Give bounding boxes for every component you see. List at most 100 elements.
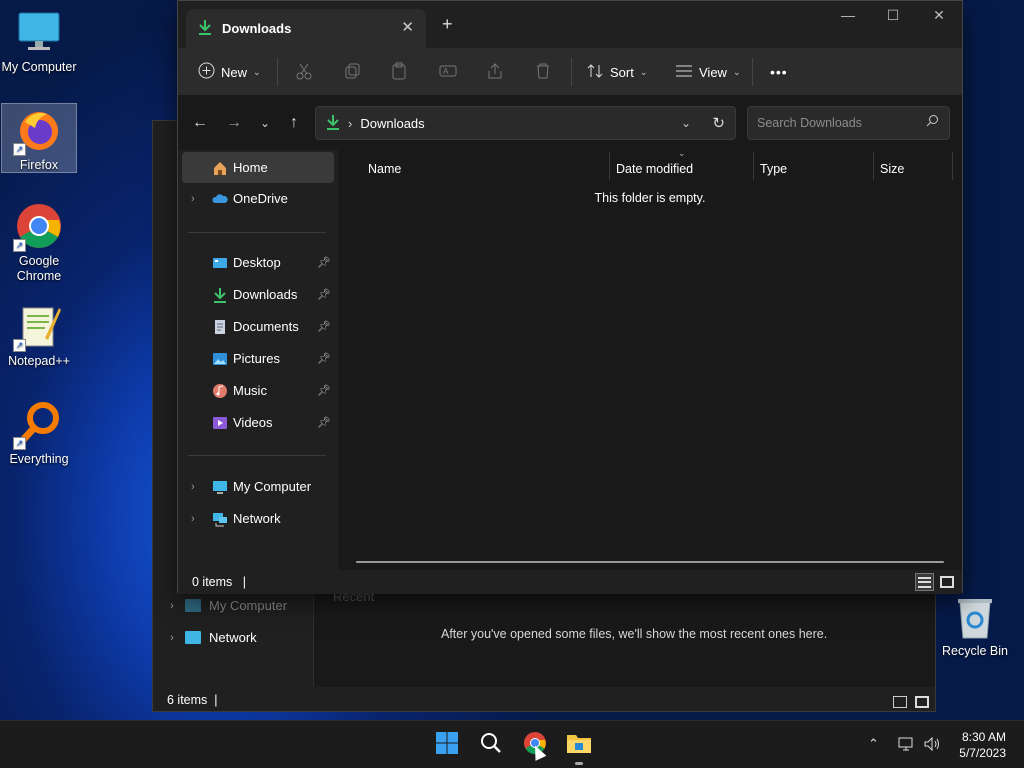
explorer-window-downloads[interactable]: Downloads ✕ + — ☐ ✕ New ⌄ A Sort ⌄ View … xyxy=(177,0,963,594)
pin-icon[interactable]: 📌︎ xyxy=(317,288,331,301)
tiles-view-button[interactable] xyxy=(937,573,956,591)
show-hidden-icons-button[interactable]: ⌃ xyxy=(868,736,879,752)
column-divider[interactable] xyxy=(609,152,610,180)
system-clock[interactable]: 8:30 AM 5/7/2023 xyxy=(959,729,1006,761)
nav-item-desktop[interactable]: Desktop 📌︎ xyxy=(178,247,335,278)
tiles-view-button[interactable] xyxy=(912,693,931,711)
nav-item-pictures[interactable]: Pictures 📌︎ xyxy=(178,343,335,374)
download-icon xyxy=(212,287,228,303)
nav-label: Network xyxy=(233,511,281,526)
close-window-button[interactable]: ✕ xyxy=(916,7,962,27)
chevron-right-icon[interactable]: › xyxy=(191,513,195,525)
column-divider[interactable] xyxy=(952,152,953,180)
chevron-down-icon[interactable]: ⌄ xyxy=(681,116,691,130)
sort-button[interactable]: Sort ⌄ xyxy=(586,60,647,84)
copy-icon xyxy=(343,62,361,83)
chevron-right-icon[interactable]: › xyxy=(191,481,195,493)
pin-icon[interactable]: 📌︎ xyxy=(317,320,331,333)
pin-icon[interactable]: 📌︎ xyxy=(317,416,331,429)
paste-button[interactable] xyxy=(390,60,408,84)
desktop-icon-google-chrome[interactable]: ↗ Google Chrome xyxy=(1,202,77,286)
address-bar[interactable]: › Downloads ⌄ ↻ xyxy=(315,106,736,140)
back-nav-network[interactable]: › Network xyxy=(167,630,257,645)
share-icon xyxy=(486,62,504,83)
new-tab-button[interactable]: + xyxy=(442,14,453,35)
column-header-size[interactable]: Size xyxy=(880,156,904,182)
column-divider[interactable] xyxy=(753,152,754,180)
more-options-button[interactable]: ••• xyxy=(770,60,788,84)
desktop-icon-label: Everything xyxy=(9,452,69,466)
shortcut-arrow-icon: ↗ xyxy=(13,339,26,352)
pin-icon[interactable]: 📌︎ xyxy=(317,256,331,269)
column-header-date-modified[interactable]: Date modified xyxy=(616,156,693,182)
pin-icon[interactable]: 📌︎ xyxy=(317,384,331,397)
start-button[interactable] xyxy=(433,731,461,759)
sort-arrows-icon xyxy=(586,63,604,82)
details-view-button[interactable] xyxy=(915,573,934,591)
search-icon xyxy=(480,732,502,759)
chevron-right-icon: › xyxy=(170,599,174,612)
file-list[interactable]: Name ⌄ Date modified Type Size This fold… xyxy=(338,148,962,570)
recent-empty-message: After you've opened some files, we'll sh… xyxy=(441,627,828,641)
search-input[interactable]: Search Downloads xyxy=(747,106,950,140)
download-icon xyxy=(198,19,212,38)
up-button[interactable]: ↑ xyxy=(281,110,307,136)
chevron-right-icon[interactable]: › xyxy=(191,193,195,205)
tab-downloads[interactable]: Downloads ✕ xyxy=(186,9,426,48)
nav-label: OneDrive xyxy=(233,191,288,206)
cut-button[interactable] xyxy=(295,60,313,84)
pin-icon[interactable]: 📌︎ xyxy=(317,352,331,365)
column-divider[interactable] xyxy=(873,152,874,180)
view-lines-icon xyxy=(675,64,693,81)
volume-icon[interactable] xyxy=(923,736,941,755)
firefox-icon: ↗ xyxy=(13,106,63,156)
back-button[interactable]: ← xyxy=(187,110,213,136)
share-button[interactable] xyxy=(486,60,504,84)
details-view-button[interactable] xyxy=(890,693,909,711)
desktop-icon-notepad-plus-plus[interactable]: ↗ Notepad++ xyxy=(1,302,77,368)
new-label: New xyxy=(221,64,248,80)
picture-icon xyxy=(212,351,228,367)
notepad-plus-plus-icon: ↗ xyxy=(13,302,63,352)
nav-label: Desktop xyxy=(233,255,281,270)
toolbar-divider xyxy=(277,58,278,86)
home-icon xyxy=(212,160,228,176)
toolbar-divider xyxy=(752,58,753,86)
search-button[interactable] xyxy=(477,731,505,759)
column-header-name[interactable]: Name xyxy=(368,156,401,182)
minimize-button[interactable]: — xyxy=(825,7,871,27)
nav-item-network[interactable]: › Network xyxy=(178,503,335,534)
horizontal-scrollbar[interactable] xyxy=(356,561,944,563)
recent-locations-button[interactable]: ⌄ xyxy=(252,110,278,136)
rename-button[interactable]: A xyxy=(439,60,457,84)
tiles-icon xyxy=(914,696,929,708)
taskbar-file-explorer[interactable] xyxy=(565,731,593,765)
arrow-left-icon: ← xyxy=(192,114,208,131)
nav-item-onedrive[interactable]: › OneDrive xyxy=(178,183,335,214)
desktop-icon-everything[interactable]: ↗ Everything xyxy=(1,400,77,466)
network-status-icon[interactable] xyxy=(898,736,916,755)
nav-item-my-computer[interactable]: › My Computer xyxy=(178,471,335,502)
desktop-icon-my-computer[interactable]: My Computer xyxy=(1,8,77,74)
forward-button[interactable]: → xyxy=(221,110,247,136)
nav-item-documents[interactable]: Documents 📌︎ xyxy=(178,311,335,342)
nav-label: Music xyxy=(233,383,267,398)
copy-button[interactable] xyxy=(343,60,361,84)
nav-item-music[interactable]: Music 📌︎ xyxy=(178,375,335,406)
close-tab-icon[interactable]: ✕ xyxy=(401,18,414,36)
column-header-type[interactable]: Type xyxy=(760,156,787,182)
maximize-button[interactable]: ☐ xyxy=(870,7,916,27)
search-icon xyxy=(926,107,939,139)
nav-item-downloads[interactable]: Downloads 📌︎ xyxy=(178,279,335,310)
back-nav-my-computer[interactable]: › My Computer xyxy=(167,598,287,613)
delete-button[interactable] xyxy=(534,60,552,84)
view-button[interactable]: View ⌄ xyxy=(675,60,741,84)
nav-item-videos[interactable]: Videos 📌︎ xyxy=(178,407,335,438)
desktop-icon-firefox[interactable]: ↗ Firefox xyxy=(1,103,77,173)
nav-item-home[interactable]: Home xyxy=(182,152,334,183)
breadcrumb-downloads[interactable]: Downloads xyxy=(360,116,424,131)
new-button[interactable]: New ⌄ xyxy=(198,60,261,84)
refresh-icon[interactable]: ↻ xyxy=(712,114,725,132)
breadcrumb-separator[interactable]: › xyxy=(348,116,352,131)
desktop-icon-recycle-bin[interactable]: Recycle Bin xyxy=(940,596,1010,658)
